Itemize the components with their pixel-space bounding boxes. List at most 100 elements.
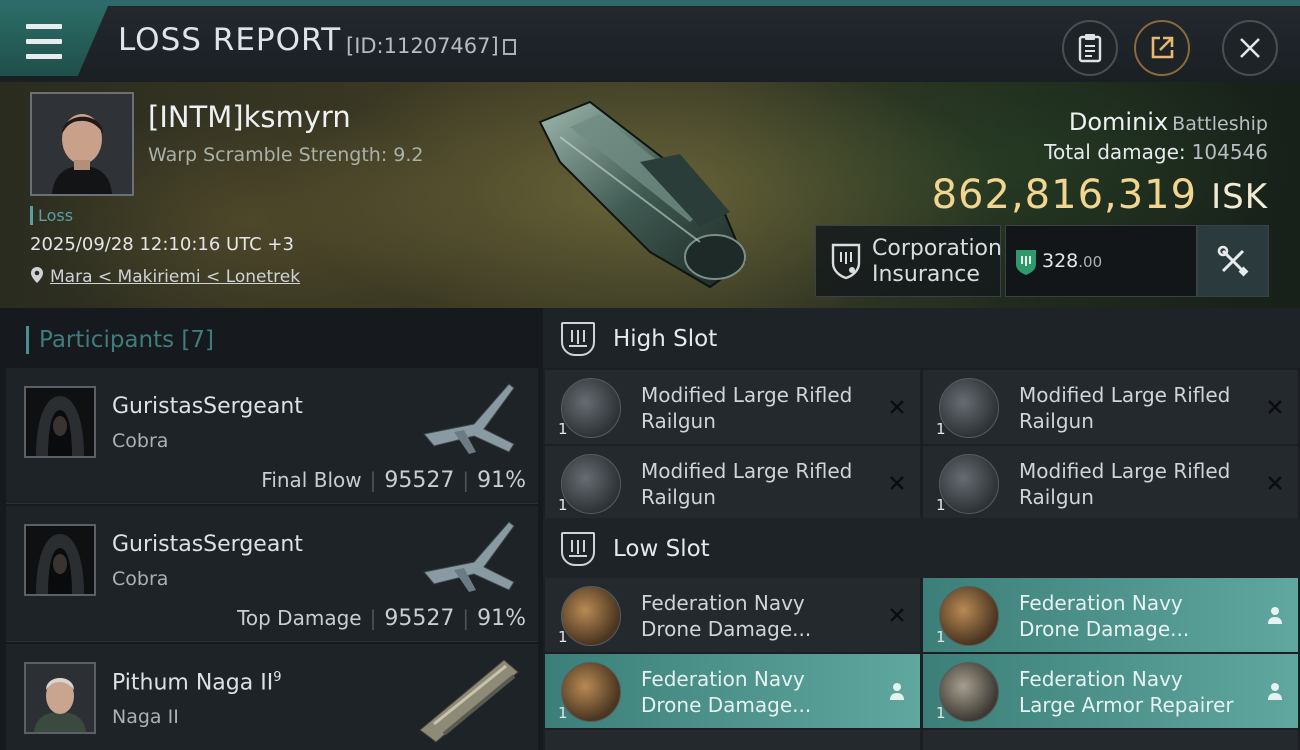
insurance-badge-icon bbox=[1016, 250, 1036, 275]
low-slot-title: Low Slot bbox=[613, 536, 710, 562]
participant-row[interactable]: Pithum Naga II9 Naga II bbox=[6, 644, 538, 750]
participant-row[interactable]: GuristasSergeant Cobra Final Blow | 95527 |… bbox=[6, 368, 538, 504]
ship-info: Dominix Battleship bbox=[1069, 108, 1268, 136]
copy-icon[interactable] bbox=[502, 39, 516, 55]
insurance-value-main: 328 bbox=[1042, 250, 1079, 272]
module-name-line1: Federation Navy bbox=[641, 591, 805, 615]
insurance-label-line2: Insurance bbox=[872, 262, 980, 287]
module-item[interactable]: 1 Federation Navy Drone Damage... bbox=[923, 578, 1298, 652]
module-quantity: 1 bbox=[936, 420, 946, 438]
module-item[interactable]: 1 Federation Navy Drone Damage... bbox=[545, 578, 920, 652]
module-quantity: 1 bbox=[558, 496, 568, 514]
owner-person-icon bbox=[1264, 604, 1286, 626]
participant-avatar bbox=[24, 662, 96, 734]
module-name-line2: Railgun bbox=[641, 485, 716, 509]
participant-role: Top Damage bbox=[237, 606, 362, 630]
participant-name-superscript: 9 bbox=[273, 670, 282, 685]
participant-name: GuristasSergeant bbox=[112, 394, 303, 419]
menu-button[interactable] bbox=[0, 6, 108, 76]
dropped-x-icon bbox=[886, 604, 908, 626]
loss-datetime: 2025/09/28 12:10:16 UTC +3 bbox=[30, 234, 294, 255]
low-slot-icon bbox=[561, 532, 595, 566]
module-item[interactable]: 1 Federation Navy Drone Damage... bbox=[545, 654, 920, 728]
module-item[interactable]: 1 Modified Large Rifled Railgun bbox=[923, 446, 1298, 520]
corporation-insurance-box[interactable]: Corporation Insurance bbox=[815, 225, 1002, 297]
ship-class: Battleship bbox=[1172, 113, 1268, 135]
module-quantity: 1 bbox=[936, 628, 946, 646]
participant-row[interactable]: GuristasSergeant Cobra Top Damage | 95527 |… bbox=[6, 506, 538, 642]
drone-damage-module-icon bbox=[939, 586, 999, 646]
insurance-label-line1: Corporation bbox=[872, 236, 1002, 261]
insurance-label: Corporation Insurance bbox=[872, 236, 1002, 288]
loss-location: Mara < Makiriemi < Lonetrek bbox=[30, 266, 300, 287]
module-item[interactable]: 1 Modified Large Rifled Railgun bbox=[545, 446, 920, 520]
participant-ship: Naga II bbox=[112, 706, 179, 728]
participant-ship-image bbox=[423, 383, 515, 454]
fitting-tools-button[interactable] bbox=[1197, 225, 1269, 297]
close-button[interactable] bbox=[1222, 20, 1278, 76]
share-button[interactable] bbox=[1134, 20, 1190, 76]
clipboard-button[interactable] bbox=[1062, 20, 1118, 76]
module-quantity: 1 bbox=[558, 420, 568, 438]
drone-damage-module-icon bbox=[561, 586, 621, 646]
module-name-line1: Federation Navy bbox=[1019, 667, 1183, 691]
railgun-module-icon bbox=[561, 454, 621, 514]
module-item[interactable]: 1 Modified Large Rifled Railgun bbox=[923, 370, 1298, 444]
module-item-partial[interactable] bbox=[545, 730, 920, 750]
wrench-icon bbox=[1217, 245, 1249, 277]
module-quantity: 1 bbox=[936, 704, 946, 722]
module-item-partial[interactable] bbox=[923, 730, 1298, 750]
participant-ship-image bbox=[419, 659, 519, 743]
low-slot-header: Low Slot bbox=[543, 518, 1300, 578]
module-name-line1: Modified Large Rifled bbox=[641, 383, 853, 407]
participant-ship-image bbox=[423, 521, 515, 592]
module-name: Modified Large Rifled Railgun bbox=[641, 382, 881, 434]
insurance-shield-icon bbox=[831, 243, 861, 280]
participant-name-text: Pithum Naga II bbox=[112, 670, 274, 696]
module-name: Federation Navy Drone Damage... bbox=[641, 590, 881, 642]
page-title: LOSS REPORT bbox=[118, 22, 342, 58]
participants-panel: Participants [7] GuristasSergeant Cobra … bbox=[0, 308, 543, 750]
participant-name: GuristasSergeant bbox=[112, 532, 303, 557]
module-name-line2: Drone Damage... bbox=[641, 693, 812, 717]
report-id-text: [ID:11207467] bbox=[346, 34, 499, 58]
ship-name[interactable]: Dominix bbox=[1069, 108, 1168, 136]
module-name-line2: Railgun bbox=[1019, 409, 1094, 433]
loss-label: Loss bbox=[30, 206, 73, 225]
module-name: Modified Large Rifled Railgun bbox=[1019, 382, 1259, 434]
participant-ship: Cobra bbox=[112, 430, 169, 452]
location-link[interactable]: Mara < Makiriemi < Lonetrek bbox=[50, 267, 300, 287]
module-name-line1: Modified Large Rifled bbox=[1019, 383, 1231, 407]
menu-icon bbox=[26, 19, 62, 64]
victim-ship-image bbox=[538, 100, 747, 289]
high-slot-title: High Slot bbox=[613, 326, 718, 352]
victim-name[interactable]: [INTM]ksmyrn bbox=[148, 100, 351, 134]
module-item[interactable]: 1 Federation Navy Large Armor Repairer bbox=[923, 654, 1298, 728]
share-icon bbox=[1151, 36, 1174, 59]
location-pin-icon bbox=[31, 267, 43, 283]
drone-damage-module-icon bbox=[561, 662, 621, 722]
total-damage-value: 104546 bbox=[1191, 140, 1268, 164]
railgun-module-icon bbox=[561, 378, 621, 438]
module-name: Federation Navy Large Armor Repairer bbox=[1019, 666, 1259, 718]
total-damage-label: Total damage: bbox=[1044, 140, 1186, 164]
participant-stats: Final Blow | 95527 | 91% bbox=[261, 468, 526, 493]
module-name: Federation Navy Drone Damage... bbox=[1019, 590, 1259, 642]
module-item[interactable]: 1 Modified Large Rifled Railgun bbox=[545, 370, 920, 444]
top-accent-line bbox=[0, 0, 1300, 6]
module-name: Modified Large Rifled Railgun bbox=[641, 458, 881, 510]
participant-stats: Top Damage | 95527 | 91% bbox=[237, 606, 526, 631]
module-name-line1: Federation Navy bbox=[1019, 591, 1183, 615]
loss-banner: [INTM]ksmyrn Warp Scramble Strength: 9.2… bbox=[0, 82, 1300, 308]
isk-unit: ISK bbox=[1211, 177, 1268, 217]
module-name-line2: Railgun bbox=[1019, 485, 1094, 509]
dropped-x-icon bbox=[886, 472, 908, 494]
warp-scramble-strength: Warp Scramble Strength: 9.2 bbox=[148, 144, 424, 166]
victim-avatar[interactable] bbox=[30, 92, 134, 196]
close-icon bbox=[1240, 38, 1260, 58]
isk-amount: 862,816,319 bbox=[931, 172, 1198, 218]
high-slot-header: High Slot bbox=[543, 308, 1300, 368]
module-name-line2: Drone Damage... bbox=[1019, 617, 1190, 641]
module-name-line1: Modified Large Rifled bbox=[641, 459, 853, 483]
module-name-line2: Large Armor Repairer bbox=[1019, 693, 1234, 717]
